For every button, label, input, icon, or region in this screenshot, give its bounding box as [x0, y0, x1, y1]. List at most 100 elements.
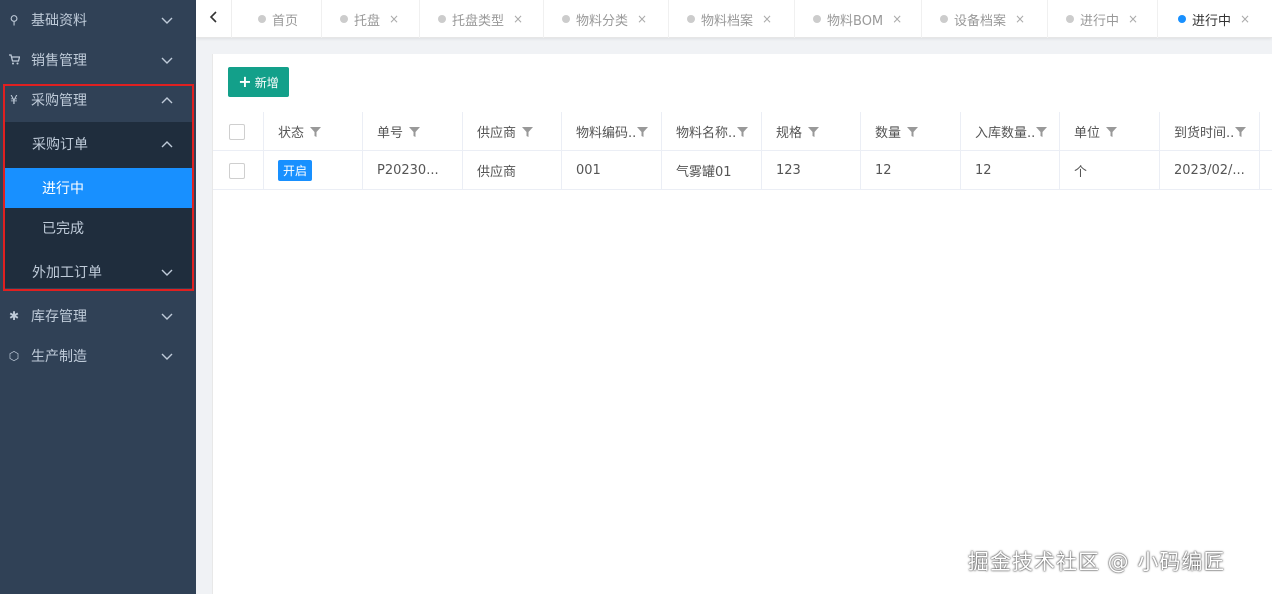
location-pin-icon: ⚲ [9, 13, 19, 27]
column-header-material-name[interactable]: 物料名称.. [662, 112, 762, 151]
filter-icon[interactable] [1036, 126, 1048, 137]
tab-label: 物料分类 [576, 13, 629, 29]
sidebar-item-in-progress[interactable]: 进行中 [4, 168, 192, 208]
column-header-label: 到货时间.. [1174, 126, 1235, 141]
tab-equipment-archive[interactable]: 设备档案 × [922, 0, 1048, 38]
sidebar-item-sales[interactable]: 销售管理 [0, 40, 196, 80]
sidebar-subitem-label: 外加工订单 [32, 265, 102, 281]
select-all-cell [213, 112, 264, 151]
close-icon[interactable]: × [1015, 12, 1025, 26]
tab-label: 首页 [272, 13, 299, 29]
main-panel: + 新增 状态 单号 供应商 物料编码.. 物料名称.. 规格 数量 入库数量.… [212, 54, 1272, 594]
sidebar-item-label: 库存管理 [31, 309, 87, 325]
column-header-arrival-time[interactable]: 到货时间.. [1160, 112, 1260, 151]
column-header-material-code[interactable]: 物料编码.. [562, 112, 662, 151]
tab-label: 进行中 [1080, 13, 1120, 29]
column-header-spec[interactable]: 规格 [762, 112, 861, 151]
sidebar-item-inventory[interactable]: ✱ 库存管理 [0, 296, 196, 336]
chevron-down-icon [160, 265, 174, 283]
column-header-quantity[interactable]: 数量 [861, 112, 961, 151]
cell-order-no: P20230... [363, 151, 463, 190]
asterisk-icon: ✱ [8, 309, 20, 323]
close-icon[interactable]: × [762, 12, 772, 26]
tab-dot-icon [562, 15, 570, 23]
column-header-supplier[interactable]: 供应商 [463, 112, 562, 151]
sidebar-item-purchase-order[interactable]: 采购订单 [4, 124, 192, 164]
tab-dot-icon [940, 15, 948, 23]
tab-label: 托盘类型 [452, 13, 505, 29]
filter-icon[interactable] [637, 126, 649, 137]
tab-dot-icon [1178, 15, 1186, 23]
tab-in-progress-active[interactable]: 进行中 × [1158, 0, 1272, 38]
sidebar-item-label: 生产制造 [31, 349, 87, 365]
add-button-label: 新增 [254, 75, 279, 90]
table-row[interactable]: 开启 P20230... 供应商 001 气雾罐01 123 12 12 个 2… [213, 151, 1272, 190]
cell-spec: 123 [762, 151, 861, 190]
tab-dot-icon [1066, 15, 1074, 23]
sidebar-item-basic-data[interactable]: ⚲ 基础资料 [0, 0, 196, 40]
sidebar-item-completed[interactable]: 已完成 [4, 208, 192, 248]
filter-icon[interactable] [808, 126, 820, 137]
tab-bar: 首页 托盘 × 托盘类型 × 物料分类 × 物料档案 × 物料BOM × 设备档… [196, 0, 1272, 38]
filter-icon[interactable] [310, 126, 322, 137]
filter-icon[interactable] [409, 126, 421, 137]
table-header: 状态 单号 供应商 物料编码.. 物料名称.. 规格 数量 入库数量.. 单位 … [213, 112, 1272, 151]
column-header-unit[interactable]: 单位 [1060, 112, 1160, 151]
tab-dot-icon [813, 15, 821, 23]
filter-icon[interactable] [907, 126, 919, 137]
close-icon[interactable]: × [892, 12, 902, 26]
sidebar-item-production[interactable]: ⬡ 生产制造 [0, 336, 196, 376]
chevron-down-icon [160, 349, 174, 363]
watermark: 掘金技术社区 @ 小码编匠 [968, 550, 1226, 574]
add-button[interactable]: + 新增 [228, 67, 289, 97]
tab-pallet-type[interactable]: 托盘类型 × [420, 0, 544, 38]
close-icon[interactable]: × [389, 12, 399, 26]
sidebar-subitem-label: 采购订单 [32, 137, 88, 153]
chevron-left-icon [208, 10, 220, 28]
tab-material-bom[interactable]: 物料BOM × [795, 0, 922, 38]
tab-scroll-left-button[interactable] [196, 0, 232, 38]
chevron-down-icon [160, 53, 174, 67]
tab-pallet[interactable]: 托盘 × [322, 0, 420, 38]
close-icon[interactable]: × [1128, 12, 1138, 26]
cell-arrival-time: 2023/02/... [1160, 151, 1260, 190]
column-header-label: 物料名称.. [676, 126, 737, 141]
tab-dot-icon [340, 15, 348, 23]
tab-home[interactable]: 首页 [246, 0, 322, 38]
column-header-label: 物料编码.. [576, 126, 637, 141]
cell-supplier: 供应商 [463, 151, 562, 190]
filter-icon[interactable] [1235, 126, 1247, 137]
chevron-down-icon [160, 13, 174, 27]
cart-icon [7, 53, 21, 68]
select-all-checkbox[interactable] [229, 123, 245, 140]
tab-in-progress[interactable]: 进行中 × [1048, 0, 1158, 38]
tab-label: 设备档案 [954, 13, 1007, 29]
close-icon[interactable]: × [1240, 12, 1250, 26]
filter-icon[interactable] [1106, 126, 1118, 137]
tab-material-archive[interactable]: 物料档案 × [669, 0, 795, 38]
column-header-status[interactable]: 状态 [264, 112, 363, 151]
chevron-up-icon [160, 93, 174, 107]
close-icon[interactable]: × [513, 12, 523, 26]
sidebar-item-label: 销售管理 [31, 53, 87, 69]
hexagon-icon: ⬡ [8, 349, 20, 363]
sidebar-item-outsource-order[interactable]: 外加工订单 [4, 252, 192, 292]
filter-icon[interactable] [737, 126, 749, 137]
row-checkbox[interactable] [229, 162, 245, 179]
tab-dot-icon [687, 15, 695, 23]
yen-icon: ¥ [10, 93, 18, 107]
sidebar-item-label: 采购管理 [31, 93, 87, 109]
column-header-label: 数量 [875, 126, 902, 141]
sidebar-item-label: 基础资料 [31, 13, 87, 29]
tab-material-category[interactable]: 物料分类 × [544, 0, 669, 38]
column-header-label: 单位 [1074, 126, 1101, 141]
sidebar-item-purchase[interactable]: ¥ 采购管理 [0, 80, 196, 120]
column-header-label: 单号 [377, 126, 404, 141]
status-badge: 开启 [278, 160, 313, 181]
filter-icon[interactable] [522, 126, 534, 137]
column-header-order-no[interactable]: 单号 [363, 112, 463, 151]
tab-label: 物料BOM [827, 13, 884, 29]
sidebar: ⚲ 基础资料 销售管理 ¥ 采购管理 采购订单 进行中 已完成 外加工订单 ✱ … [0, 0, 196, 594]
close-icon[interactable]: × [637, 12, 647, 26]
column-header-in-quantity[interactable]: 入库数量.. [961, 112, 1060, 151]
